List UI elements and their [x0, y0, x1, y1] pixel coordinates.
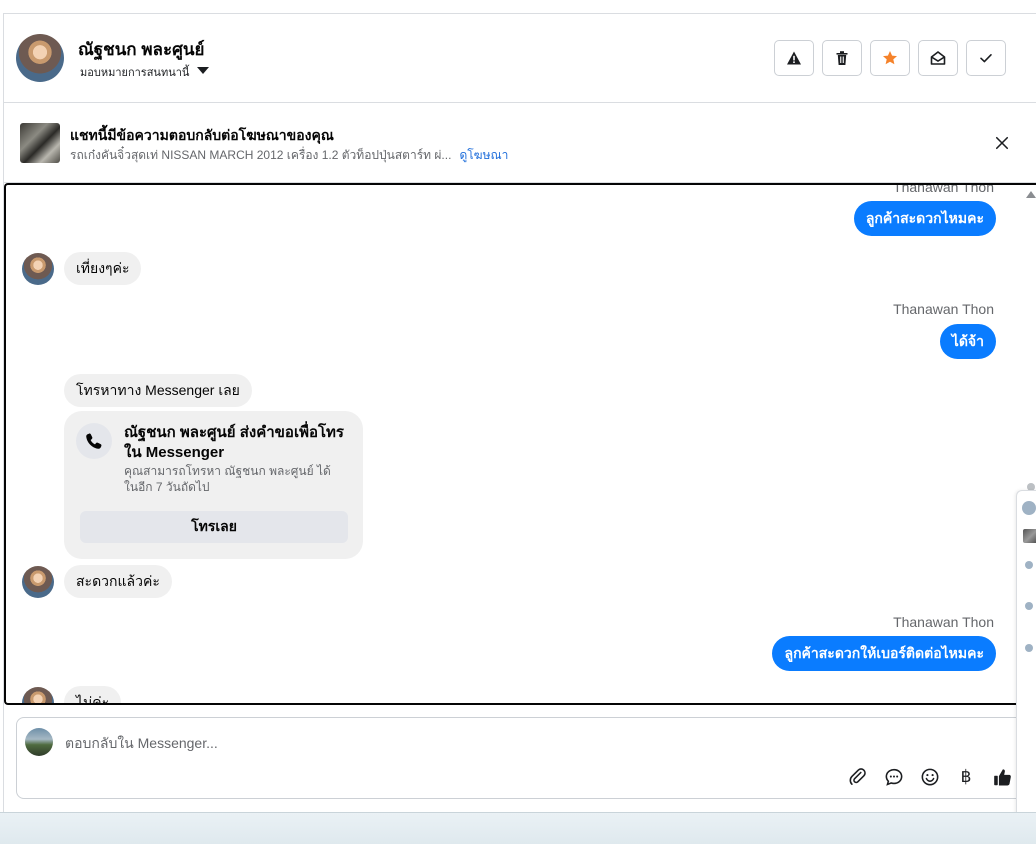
incoming-message[interactable]: โทรหาทาง Messenger เลย: [64, 374, 252, 407]
emoji-button[interactable]: [919, 766, 941, 788]
page-avatar: [25, 728, 53, 756]
call-request-card: ณัฐชนก พละศูนย์ ส่งคำขอเพื่อโทรใน Messen…: [64, 411, 363, 559]
payment-button[interactable]: ฿: [955, 766, 977, 788]
mark-unread-button[interactable]: [918, 40, 958, 76]
chat-bubble-icon: [885, 768, 903, 786]
baht-icon: ฿: [960, 767, 972, 786]
call-card-description: คุณสามารถโทรหา ณัฐชนก พละศูนย์ ได้ในอีก …: [124, 464, 331, 494]
like-button[interactable]: [991, 766, 1013, 788]
outgoing-message[interactable]: ลูกค้าสะดวกไหมคะ: [853, 201, 996, 236]
outgoing-message[interactable]: ลูกค้าสะดวกให้เบอร์ติดต่อไหมคะ: [772, 636, 996, 671]
trash-icon: [836, 51, 848, 65]
contact-name[interactable]: ณัฐชนก พละศูนย์: [78, 36, 204, 63]
contact-avatar-small[interactable]: [22, 687, 54, 703]
mark-unread-icon: [930, 51, 946, 65]
avatar-icon[interactable]: [1025, 644, 1033, 652]
sender-name: Thanawan Thon: [893, 301, 994, 317]
avatar-icon[interactable]: [1025, 561, 1033, 569]
reply-input[interactable]: [65, 732, 965, 754]
reply-composer: ฿: [16, 717, 1026, 799]
check-icon: [980, 54, 992, 63]
phone-icon: [86, 433, 102, 449]
thumbs-up-icon: [993, 768, 1011, 785]
contact-avatar-icon[interactable]: [1022, 501, 1036, 515]
saved-replies-button[interactable]: [883, 766, 905, 788]
assign-conversation-dropdown[interactable]: มอบหมายการสนทนานี้: [80, 63, 210, 81]
outgoing-message[interactable]: ได้จ้า: [939, 324, 996, 359]
scroll-up-arrow-icon[interactable]: [1026, 191, 1036, 198]
call-icon-container: [76, 423, 112, 459]
call-card-title: ณัฐชนก พละศูนย์ ส่งคำขอเพื่อโทรใน Messen…: [124, 424, 344, 461]
contact-avatar-small[interactable]: [22, 253, 54, 285]
ad-thumbnail[interactable]: [20, 123, 60, 163]
smiley-icon: [921, 768, 939, 786]
contact-avatar-small[interactable]: [22, 566, 54, 598]
ad-description-text: รถเก๋งคันจิ๋วสุดเท่ NISSAN MARCH 2012 เค…: [70, 148, 452, 162]
caret-down-icon: [197, 67, 210, 74]
ad-reply-banner: แชทนี้มีข้อความตอบกลับต่อโฆษณาของคุณ รถเ…: [4, 103, 1036, 183]
incoming-message[interactable]: สะดวกแล้วค่ะ: [64, 565, 172, 598]
side-panel-peek[interactable]: [1016, 490, 1036, 826]
call-now-button[interactable]: โทรเลย: [80, 511, 348, 543]
incoming-message[interactable]: เที่ยงๆค่ะ: [64, 252, 142, 285]
taskbar: [0, 812, 1036, 844]
warning-icon: [787, 51, 801, 65]
assign-label: มอบหมายการสนทนานี้: [80, 67, 190, 79]
ad-banner-title: แชทนี้มีข้อความตอบกลับต่อโฆษณาของคุณ: [70, 127, 334, 143]
conversation-header: ณัฐชนก พละศูนย์ มอบหมายการสนทนานี้: [4, 14, 1036, 103]
close-banner-button[interactable]: [990, 131, 1014, 155]
paperclip-icon: [849, 768, 866, 785]
message-thread[interactable]: Thanawan Thon ลูกค้าสะดวกไหมคะ เที่ยงๆค่…: [4, 183, 1036, 705]
ad-banner-description: รถเก๋งคันจิ๋วสุดเท่ NISSAN MARCH 2012 เค…: [70, 146, 508, 165]
sender-name: Thanawan Thon: [893, 614, 994, 630]
avatar-icon[interactable]: [1025, 602, 1033, 610]
star-icon: [883, 51, 897, 65]
attach-button[interactable]: [847, 766, 869, 788]
sender-name: Thanawan Thon: [893, 183, 994, 195]
delete-button[interactable]: [822, 40, 862, 76]
ad-thumbnail-icon[interactable]: [1023, 529, 1036, 543]
view-ad-link[interactable]: ดูโฆษณา: [459, 148, 508, 162]
incoming-message[interactable]: ไม่ค่ะ: [64, 686, 122, 703]
mark-done-button[interactable]: [966, 40, 1006, 76]
report-spam-button[interactable]: [774, 40, 814, 76]
contact-avatar[interactable]: [16, 34, 64, 82]
close-icon: [995, 136, 1009, 150]
star-button[interactable]: [870, 40, 910, 76]
conversation-page: ณัฐชนก พละศูนย์ มอบหมายการสนทนานี้ แชทนี…: [0, 0, 1036, 844]
